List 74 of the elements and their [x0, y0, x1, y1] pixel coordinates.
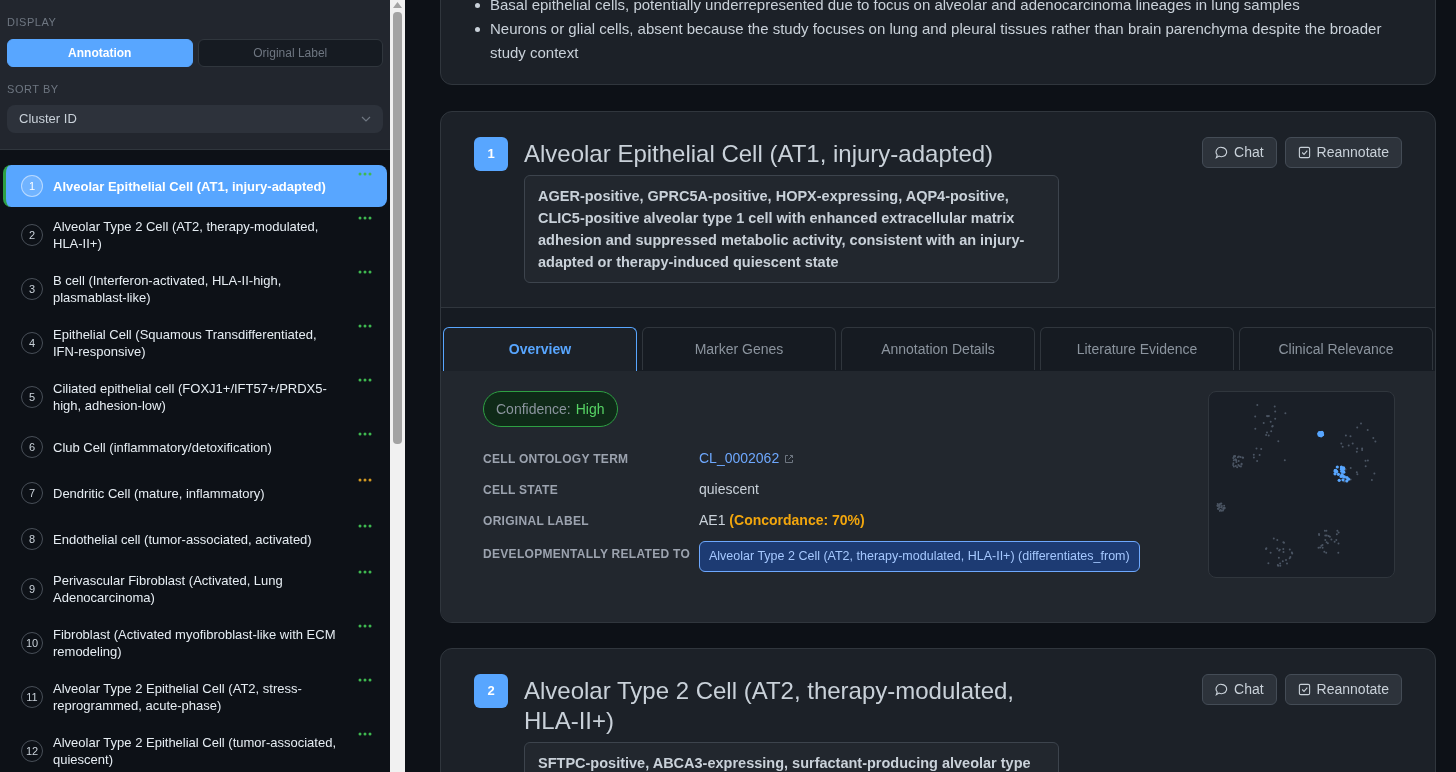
more-icon[interactable]	[358, 432, 372, 436]
cluster-list-item[interactable]: 10 Fibroblast (Activated myofibroblast-like with ECM remodeling)	[3, 617, 387, 669]
card-title: Alveolar Type 2 Cell (AT2, therapy-modulated, HLA-II+)	[524, 676, 1016, 736]
checkbox-icon	[1297, 146, 1311, 159]
cluster-list-item[interactable]: 4 Epithelial Cell (Squamous Transdifferentiated, IFN-responsive)	[3, 317, 387, 369]
bullet-icon	[475, 3, 480, 8]
card-action-button[interactable]: Chat	[1202, 137, 1277, 168]
speech-bubble-icon	[1215, 683, 1228, 696]
display-toggle[interactable]: Original Label	[197, 38, 383, 67]
cluster-list-item[interactable]: 12 Alveolar Type 2 Epithelial Cell (tumor-associated, quiescent)	[3, 725, 387, 772]
section-heading: DISPLAY	[7, 15, 57, 30]
cluster-name: Alveolar Type 2 Cell (AT2, therapy-modulated, HLA-II+)	[53, 218, 320, 252]
field-label: CELL STATE	[483, 481, 559, 499]
more-icon[interactable]	[358, 270, 372, 274]
more-icon[interactable]	[358, 216, 372, 220]
cluster-name: Alveolar Type 2 Epithelial Cell (AT2, stress-reprogrammed, acute-phase)	[53, 680, 303, 714]
more-icon[interactable]	[358, 678, 372, 682]
cluster-list-item[interactable]: 5 Ciliated epithelial cell (FOXJ1+/IFT57+/PRDX5-high, adhesion-low)	[3, 371, 387, 423]
field-label: ORIGINAL LABEL	[483, 512, 590, 530]
cluster-name: Club Cell (inflammatory/detoxification)	[53, 438, 272, 456]
more-icon[interactable]	[358, 524, 372, 528]
more-icon[interactable]	[358, 624, 372, 628]
cluster-name: Alveolar Epithelial Cell (AT1, injury-adapted)	[53, 177, 326, 195]
detail-tab[interactable]: Literature Evidence	[1040, 327, 1234, 370]
cluster-number-badge: 2	[474, 674, 508, 708]
field-value: AE1 (Concordance: 70%)	[699, 511, 865, 530]
cluster-name: Fibroblast (Activated myofibroblast-like with ECM remodeling)	[53, 626, 337, 660]
bullet-icon	[475, 27, 480, 32]
cluster-name: Alveolar Type 2 Epithelial Cell (tumor-associated, quiescent)	[53, 734, 337, 768]
cluster-name: Endothelial cell (tumor-associated, activated)	[53, 530, 312, 548]
detail-tab[interactable]: Clinical Relevance	[1239, 327, 1433, 370]
sort-dropdown[interactable]: Cluster ID	[7, 105, 383, 133]
checkbox-icon	[1297, 683, 1311, 696]
cluster-name: B cell (Interferon-activated, HLA-II-high, plasmablast-like)	[53, 272, 283, 306]
field-value: quiescent	[699, 480, 759, 499]
cluster-list-item[interactable]: 11 Alveolar Type 2 Epithelial Cell (AT2, stress-reprogrammed, acute-phase)	[3, 671, 387, 723]
cluster-list-item[interactable]: 3 B cell (Interferon-activated, HLA-II-high, plasmablast-like)	[3, 263, 387, 315]
cell-description: SFTPC-positive, ABCA3-expressing, surfactant-producing alveolar type	[524, 742, 1059, 772]
more-icon[interactable]	[358, 378, 372, 382]
bullet-text: Neurons or glial cells, absent because the study focuses on lung and pleural tissues rather than brain parenchyma despite the broader study context	[490, 19, 1383, 63]
external-link-icon	[784, 453, 795, 464]
scrollbar[interactable]	[390, 0, 405, 772]
detail-tab[interactable]: Marker Genes	[642, 327, 836, 370]
card-title: Alveolar Epithelial Cell (AT1, injury-adapted)	[524, 139, 995, 169]
card-action-button[interactable]: Reannotate	[1284, 674, 1402, 705]
bullet-text: Basal epithelial cells, potentially underrepresented due to focus on alveolar and adenocarcinoma lineages in lung samples	[490, 0, 1300, 15]
more-icon[interactable]	[358, 570, 372, 574]
cluster-list-item[interactable]: 7 Dendritic Cell (mature, inflammatory)	[3, 471, 387, 515]
cluster-number-badge: 1	[474, 137, 508, 171]
field-label: CELL ONTOLOGY TERM	[483, 450, 630, 468]
more-icon[interactable]	[358, 732, 372, 736]
more-icon[interactable]	[358, 478, 372, 482]
related-cell-tag[interactable]: Alveolar Type 2 Cell (AT2, therapy-modulated, HLA-II+) (differentiates_from)	[699, 541, 1140, 572]
card-action-button[interactable]: Chat	[1202, 674, 1277, 705]
cell-description: AGER-positive, GPRC5A-positive, HOPX-expressing, AQP4-positive, CLIC5-positive alveolar type 1 cell with enhanced extracellular matrix adhesion and suppressed metabolic activity, consistent with an injury-adapted or therapy-induced quiescent state	[524, 175, 1059, 283]
cluster-list-item[interactable]: 8 Endothelial cell (tumor-associated, activated)	[3, 517, 387, 561]
card-action-button[interactable]: Reannotate	[1284, 137, 1402, 168]
cluster-name: Dendritic Cell (mature, inflammatory)	[53, 484, 265, 502]
more-icon[interactable]	[358, 324, 372, 328]
confidence-badge: Confidence: High	[483, 391, 618, 427]
cluster-list-item[interactable]: 2 Alveolar Type 2 Cell (AT2, therapy-modulated, HLA-II+)	[3, 209, 387, 261]
ontology-link[interactable]: CL_0002062	[699, 448, 795, 469]
field-label: DEVELOPMENTALLY RELATED TO	[483, 545, 692, 563]
cluster-number: 1	[21, 175, 43, 197]
cluster-name: Ciliated epithelial cell (FOXJ1+/IFT57+/PRDX5-high, adhesion-low)	[53, 380, 328, 414]
chevron-down-icon	[361, 116, 371, 122]
speech-bubble-icon	[1215, 146, 1228, 159]
detail-tab[interactable]: Annotation Details	[841, 327, 1035, 370]
section-heading: SORT BY	[7, 81, 59, 97]
cluster-name: Perivascular Fibroblast (Activated, Lung Adenocarcinoma)	[53, 572, 284, 606]
cluster-list-item[interactable]: 9 Perivascular Fibroblast (Activated, Lung Adenocarcinoma)	[3, 563, 387, 615]
cluster-list-item[interactable]: 6 Club Cell (inflammatory/detoxification)	[3, 425, 387, 469]
detail-tab[interactable]: Overview	[443, 327, 637, 371]
cluster-name: Epithelial Cell (Squamous Transdifferentiated, IFN-responsive)	[53, 326, 318, 360]
